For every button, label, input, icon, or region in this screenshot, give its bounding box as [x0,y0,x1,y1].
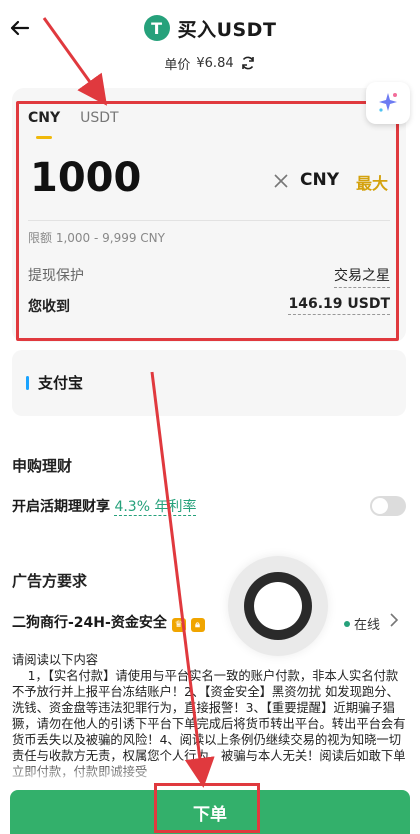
advertiser-section-title: 广告方要求 [12,572,88,590]
wealth-rate[interactable]: 4.3% 年利率 [114,499,197,516]
unit-price-value: ¥6.84 [196,55,234,71]
annotation-highlight-box [16,101,399,341]
unit-price-label: 单价 [164,57,191,73]
ai-assistant-button[interactable] [366,82,410,124]
floating-ball-center [254,582,302,630]
payment-accent-bar [26,376,29,390]
chevron-right-icon[interactable] [388,612,400,628]
merchant-name[interactable]: 二狗商行-24H-资金安全 ♛ 🔒︎ [12,612,205,632]
wealth-toggle-row: 开启活期理财享 4.3% 年利率 [12,496,197,516]
annotation-highlight-box-button [154,783,260,833]
wealth-toggle-text: 开启活期理财享 [12,499,110,515]
wealth-section-title: 申购理财 [12,457,73,475]
toggle-knob [372,498,388,514]
online-status-text: 在线 [354,618,381,633]
refresh-icon[interactable] [240,55,256,71]
sparkle-icon [379,93,397,112]
merchant-name-text: 二狗商行-24H-资金安全 [12,615,167,631]
page-title: 买入USDT [177,18,277,41]
payment-method-label: 支付宝 [38,374,84,392]
lock-badge-icon: 🔒︎ [190,618,205,632]
unit-price-row: 单价 ¥6.84 [0,52,420,74]
crown-badge-icon: ♛ [171,618,186,632]
online-dot-icon [344,620,350,627]
online-status: 在线 [344,614,380,633]
page-header: T 买入USDT [0,12,420,44]
tether-logo-icon: T [143,15,170,41]
